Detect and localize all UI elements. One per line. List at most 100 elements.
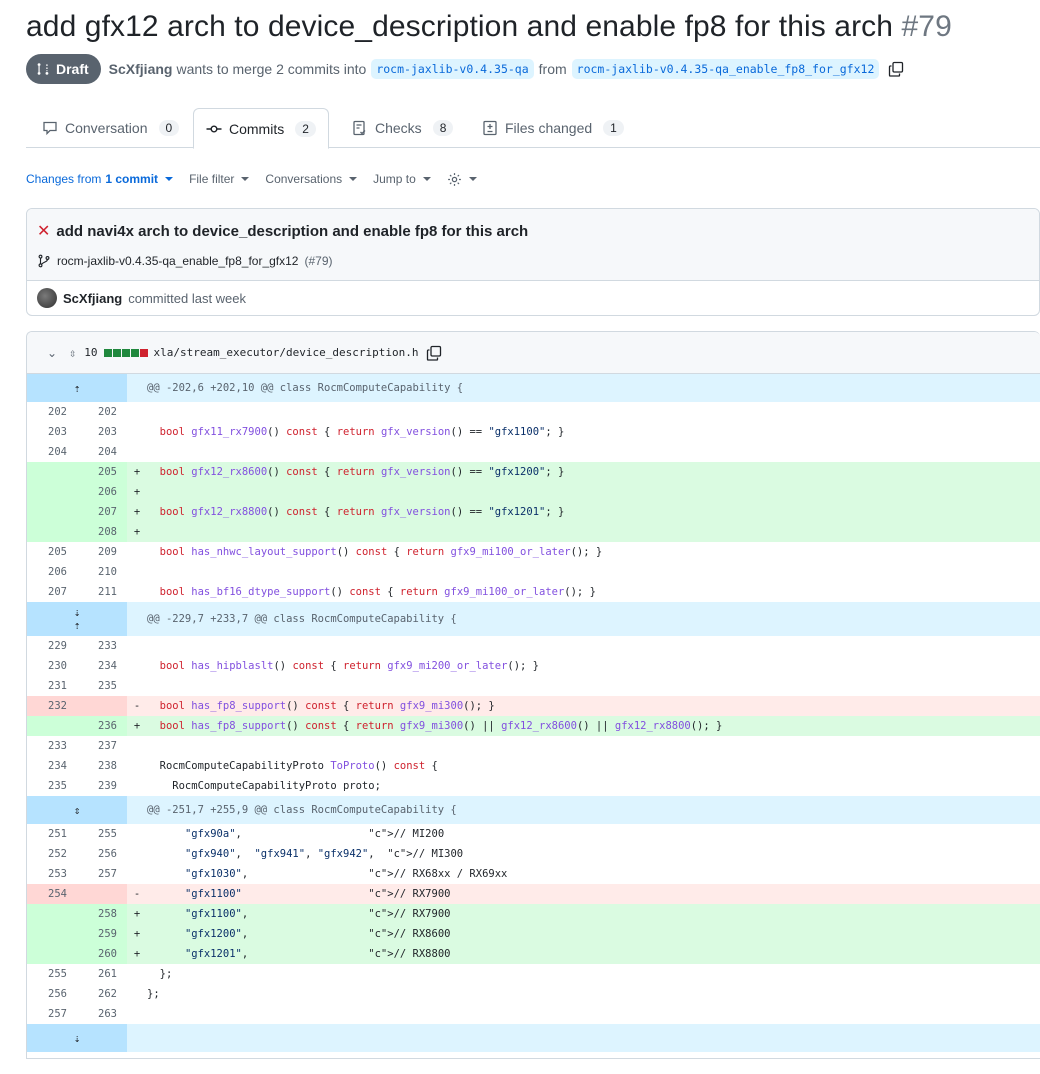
new-line-number[interactable]: 256: [77, 844, 127, 864]
expand-both-icon[interactable]: ⇣ ⇡: [27, 602, 127, 636]
old-line-number[interactable]: 202: [27, 402, 77, 422]
chevron-down-icon: [468, 177, 477, 181]
commit-branch-name[interactable]: rocm-jaxlib-v0.4.35-qa_enable_fp8_for_gf…: [57, 254, 298, 268]
diff-table: ⇡ @@ -202,6 +202,10 @@ class RocmCompute…: [27, 374, 1040, 1052]
code-line: };: [147, 988, 160, 1000]
old-line-number[interactable]: 252: [27, 844, 77, 864]
new-line-number[interactable]: 206: [77, 482, 127, 502]
head-branch[interactable]: rocm-jaxlib-v0.4.35-qa_enable_fp8_for_gf…: [571, 59, 880, 79]
new-line-number[interactable]: 259: [77, 924, 127, 944]
old-line-number[interactable]: 229: [27, 636, 77, 656]
expand-up-icon[interactable]: ⇡: [27, 374, 127, 402]
expand-both-icon[interactable]: ⇕: [27, 796, 127, 824]
tab-files-changed[interactable]: Files changed 1: [470, 108, 636, 148]
old-line-number[interactable]: 256: [27, 984, 77, 1004]
new-line-number[interactable]: 263: [77, 1004, 127, 1024]
copy-icon[interactable]: [888, 61, 904, 77]
old-line-number[interactable]: 232: [27, 696, 77, 716]
old-line-number[interactable]: [27, 502, 77, 522]
new-line-number[interactable]: 207: [77, 502, 127, 522]
context-line: 206 210: [27, 562, 1040, 582]
expand-down-row: ⇣: [27, 1024, 1040, 1052]
jump-to-dropdown[interactable]: Jump to: [373, 172, 431, 186]
new-line-number[interactable]: 262: [77, 984, 127, 1004]
old-line-number[interactable]: 206: [27, 562, 77, 582]
commit-author[interactable]: ScXfjiang: [63, 291, 122, 306]
hunk-header: ⇡ @@ -202,6 +202,10 @@ class RocmCompute…: [27, 374, 1040, 402]
new-line-number[interactable]: 234: [77, 656, 127, 676]
old-line-number[interactable]: 233: [27, 736, 77, 756]
new-line-number[interactable]: 203: [77, 422, 127, 442]
old-line-number[interactable]: 235: [27, 776, 77, 796]
new-line-number[interactable]: 257: [77, 864, 127, 884]
old-line-number[interactable]: [27, 482, 77, 502]
draft-pr-icon: [37, 63, 49, 75]
new-line-number[interactable]: 255: [77, 824, 127, 844]
tab-conversation[interactable]: Conversation 0: [30, 108, 191, 148]
new-line-number[interactable]: 204: [77, 442, 127, 462]
old-line-number[interactable]: [27, 522, 77, 542]
tab-checks[interactable]: Checks 8: [340, 108, 465, 148]
new-line-number[interactable]: 202: [77, 402, 127, 422]
pr-author-link[interactable]: ScXfjiang: [109, 61, 173, 77]
tab-files-changed-count: 1: [603, 120, 624, 136]
tab-files-changed-label: Files changed: [505, 120, 593, 136]
new-line-number[interactable]: 236: [77, 716, 127, 736]
old-line-number[interactable]: [27, 904, 77, 924]
new-line-number[interactable]: 211: [77, 582, 127, 602]
old-line-number[interactable]: 257: [27, 1004, 77, 1024]
new-line-number[interactable]: 235: [77, 676, 127, 696]
old-line-number[interactable]: 255: [27, 964, 77, 984]
base-branch[interactable]: rocm-jaxlib-v0.4.35-qa: [371, 59, 534, 79]
old-line-number[interactable]: 205: [27, 542, 77, 562]
gear-icon: [447, 172, 461, 186]
expand-down-icon[interactable]: ⇣: [27, 1024, 127, 1052]
old-line-number[interactable]: 204: [27, 442, 77, 462]
new-line-number[interactable]: 205: [77, 462, 127, 482]
new-line-number[interactable]: 261: [77, 964, 127, 984]
code-line: bool has_hipblaslt() const { return gfx9…: [159, 660, 539, 672]
copy-icon[interactable]: [426, 345, 442, 361]
old-line-number[interactable]: 231: [27, 676, 77, 696]
old-line-number[interactable]: 253: [27, 864, 77, 884]
diff-sign: +: [133, 948, 141, 960]
context-line: 234 238 RocmComputeCapabilityProto ToProt…: [27, 756, 1040, 776]
new-line-number[interactable]: 260: [77, 944, 127, 964]
expand-all-icon[interactable]: ⇳: [69, 346, 76, 360]
conversations-dropdown[interactable]: Conversations: [265, 172, 358, 186]
file-path[interactable]: xla/stream_executor/device_description.h: [154, 346, 419, 359]
new-line-number[interactable]: 258: [77, 904, 127, 924]
new-line-number[interactable]: 233: [77, 636, 127, 656]
old-line-number[interactable]: 230: [27, 656, 77, 676]
old-line-number[interactable]: [27, 924, 77, 944]
commit-pr-ref[interactable]: (#79): [304, 254, 332, 268]
new-line-number[interactable]: 239: [77, 776, 127, 796]
diffstat-add: [103, 348, 112, 357]
new-line-number[interactable]: [77, 696, 127, 716]
file-filter-dropdown[interactable]: File filter: [189, 172, 250, 186]
tab-commits[interactable]: Commits 2: [193, 108, 329, 149]
avatar[interactable]: [37, 288, 57, 308]
old-line-number[interactable]: 203: [27, 422, 77, 442]
old-line-number[interactable]: 254: [27, 884, 77, 904]
new-line-number[interactable]: 208: [77, 522, 127, 542]
new-line-number[interactable]: 237: [77, 736, 127, 756]
chevron-down-icon[interactable]: ⌄: [47, 346, 57, 360]
new-line-number[interactable]: 210: [77, 562, 127, 582]
new-line-number[interactable]: 209: [77, 542, 127, 562]
x-icon[interactable]: ✕: [37, 221, 50, 241]
old-line-number[interactable]: 234: [27, 756, 77, 776]
changes-from-dropdown[interactable]: Changes from 1 commit: [26, 172, 174, 186]
diff-sign: +: [133, 506, 141, 518]
old-line-number[interactable]: 207: [27, 582, 77, 602]
settings-dropdown[interactable]: [447, 172, 477, 187]
old-line-number[interactable]: [27, 944, 77, 964]
old-line-number[interactable]: 251: [27, 824, 77, 844]
old-line-number[interactable]: [27, 716, 77, 736]
new-line-number[interactable]: 238: [77, 756, 127, 776]
old-line-number[interactable]: [27, 462, 77, 482]
hunk-header-text: @@ -202,6 +202,10 @@ class RocmComputeCa…: [147, 382, 464, 394]
new-line-number[interactable]: [77, 884, 127, 904]
